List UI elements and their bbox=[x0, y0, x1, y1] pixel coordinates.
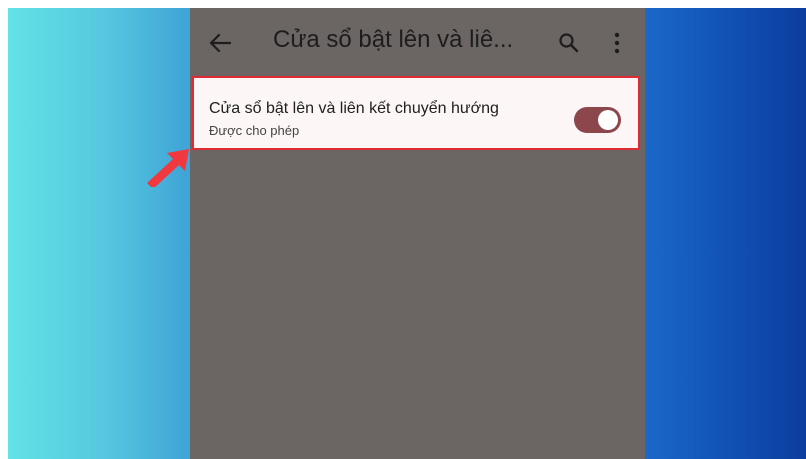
red-arrow-icon bbox=[147, 149, 189, 187]
setting-label: Cửa sổ bật lên và liên kết chuyển hướng bbox=[209, 100, 499, 117]
back-button[interactable] bbox=[208, 31, 232, 55]
popups-redirects-setting-row[interactable]: Cửa sổ bật lên và liên kết chuyển hướng … bbox=[192, 76, 640, 150]
screenshot-frame: Cửa sổ bật lên và liê... Cửa sổ bật lên … bbox=[8, 8, 806, 459]
search-button[interactable] bbox=[558, 32, 580, 54]
phone-screen: Cửa sổ bật lên và liê... Cửa sổ bật lên … bbox=[190, 8, 645, 459]
arrow-left-icon bbox=[209, 33, 231, 53]
left-background-panel bbox=[8, 8, 190, 459]
right-background-panel bbox=[645, 8, 806, 459]
app-toolbar: Cửa sổ bật lên và liê... bbox=[190, 8, 645, 74]
more-vertical-icon bbox=[614, 32, 620, 54]
toggle-knob bbox=[598, 110, 618, 130]
setting-status: Được cho phép bbox=[209, 123, 300, 138]
more-options-button[interactable] bbox=[606, 31, 628, 55]
page-title: Cửa sổ bật lên và liê... bbox=[273, 26, 514, 53]
search-icon bbox=[559, 33, 579, 53]
popups-toggle-switch[interactable] bbox=[574, 107, 621, 133]
